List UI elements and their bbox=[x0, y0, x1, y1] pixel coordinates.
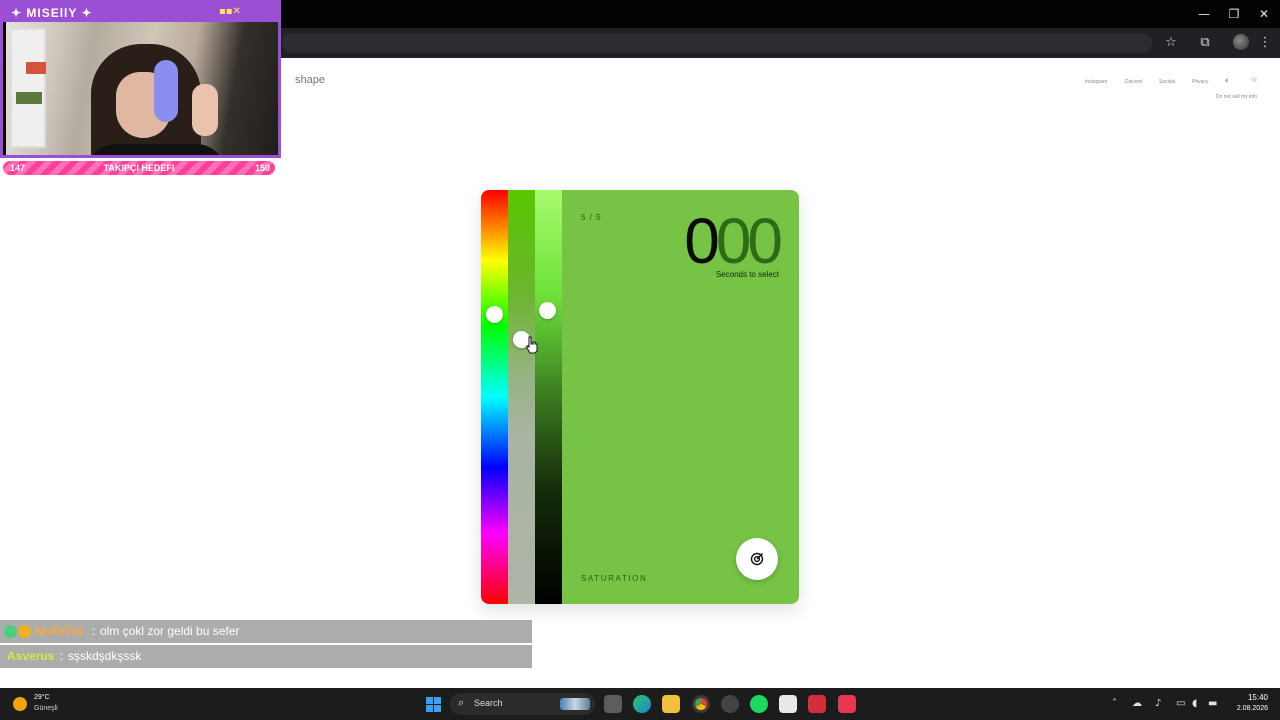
edge-icon[interactable] bbox=[633, 695, 651, 713]
color-picker-card: 5 / 5 000 Seconds to select SATURATION bbox=[481, 190, 799, 604]
star-icon[interactable]: ☆ bbox=[1161, 33, 1181, 53]
clock-time[interactable]: 15:40 bbox=[1236, 693, 1268, 702]
lightness-slider-handle[interactable] bbox=[539, 301, 556, 319]
nav-link-discord[interactable]: Discord bbox=[1125, 79, 1142, 85]
network-icon[interactable]: ▭ bbox=[1176, 698, 1185, 709]
webcam-overlay: ✦ MISEllY ✦ ▪▪✕ bbox=[0, 0, 281, 158]
saturation-slider[interactable] bbox=[508, 190, 535, 604]
hue-slider[interactable] bbox=[481, 190, 508, 604]
puzzle-icon[interactable]: ⧉ bbox=[1195, 33, 1215, 53]
chat-username: Asverus bbox=[7, 649, 55, 663]
follower-goal-bar: TAKIPÇI HEDEFI 147 150 bbox=[3, 161, 275, 175]
lightness-slider[interactable] bbox=[535, 190, 562, 604]
nav-link-socials[interactable]: Socials bbox=[1159, 79, 1175, 85]
round-counter: 5 / 5 bbox=[581, 213, 602, 222]
windows-start-icon[interactable] bbox=[426, 697, 441, 712]
follower-goal-current: 147 bbox=[10, 163, 26, 173]
shelf-item bbox=[16, 92, 42, 104]
follower-goal-target: 150 bbox=[254, 163, 270, 173]
badge-icon bbox=[4, 625, 17, 638]
nav-link-instagram[interactable]: Instagram bbox=[1085, 79, 1107, 85]
search-icon: ⌕ bbox=[458, 696, 465, 709]
microphone-icon[interactable]: ♪ bbox=[1155, 698, 1161, 709]
timer-label: Seconds to select bbox=[715, 270, 779, 279]
app-icon[interactable] bbox=[808, 695, 826, 713]
hand-cursor-icon bbox=[526, 336, 538, 354]
window-buttons-icon: ▪▪✕ bbox=[219, 6, 241, 17]
streamer-name: ✦ MISEllY ✦ bbox=[11, 6, 93, 20]
more-vert-icon[interactable]: ⋮ bbox=[1255, 33, 1275, 53]
streamer-body bbox=[86, 144, 226, 155]
chat-username: NullV0id bbox=[35, 624, 84, 638]
headphones bbox=[154, 60, 178, 122]
sun-icon[interactable]: ☼ bbox=[1250, 76, 1258, 86]
submit-color-button[interactable] bbox=[736, 538, 778, 580]
task-view-icon[interactable] bbox=[604, 695, 622, 713]
countdown-timer: 000 bbox=[684, 205, 783, 277]
maximize-button[interactable]: ❐ bbox=[1220, 4, 1248, 24]
sun-icon[interactable] bbox=[13, 697, 27, 711]
battery-icon[interactable]: ▬ bbox=[1208, 698, 1217, 709]
profile-avatar[interactable] bbox=[1233, 34, 1249, 50]
chat-separator: : bbox=[60, 649, 64, 663]
address-bar[interactable] bbox=[282, 33, 1152, 53]
windows-taskbar: 29°C Güneşli ⌕ Search ˄ ☁ ♪ ▭ ◖ ▬ 15:40 … bbox=[0, 688, 1280, 720]
follower-goal-label: TAKIPÇI HEDEFI bbox=[103, 163, 175, 173]
spotify-icon[interactable] bbox=[750, 695, 768, 713]
obs-icon[interactable] bbox=[721, 695, 739, 713]
speaker-icon[interactable]: 🔈︎ bbox=[1225, 76, 1230, 86]
hue-slider-handle[interactable] bbox=[486, 305, 503, 323]
timer-digits: 00 bbox=[715, 205, 783, 277]
weather-description[interactable]: Güneşli bbox=[34, 705, 58, 712]
mode-label: SATURATION bbox=[581, 574, 648, 583]
chevron-up-icon[interactable]: ˄ bbox=[1112, 698, 1117, 709]
minimize-button[interactable]: — bbox=[1190, 4, 1218, 24]
app-icon[interactable] bbox=[779, 695, 797, 713]
file-explorer-icon[interactable] bbox=[662, 695, 680, 713]
chat-message: NullV0id : olm çokl zor geldi bu sefer bbox=[0, 620, 532, 643]
cloud-icon[interactable]: ☁ bbox=[1132, 698, 1142, 709]
volume-icon[interactable]: ◖ bbox=[1192, 698, 1197, 709]
nav-link-privacy[interactable]: Privacy bbox=[1192, 79, 1208, 85]
timer-digit-lead: 0 bbox=[684, 205, 720, 277]
badge-icon bbox=[18, 625, 31, 638]
weather-temperature[interactable]: 29°C bbox=[34, 694, 50, 701]
streamer-hand bbox=[192, 84, 218, 136]
chat-separator: : bbox=[92, 624, 96, 638]
clock-date[interactable]: 2.08.2026 bbox=[1226, 705, 1268, 712]
chat-message: Asverus : sşskdşdkşssk bbox=[0, 645, 532, 668]
webcam-video bbox=[6, 22, 278, 155]
do-not-sell-link[interactable]: Do not sell my info bbox=[1216, 94, 1257, 100]
chat-text: sşskdşdkşssk bbox=[68, 649, 142, 663]
shelf-item bbox=[26, 62, 46, 74]
site-brand[interactable]: shape bbox=[295, 74, 325, 86]
chrome-icon[interactable] bbox=[692, 695, 710, 713]
close-window-button[interactable]: ✕ bbox=[1250, 4, 1278, 24]
target-icon bbox=[750, 552, 764, 566]
bookshelf bbox=[10, 28, 46, 148]
chat-text: olm çokl zor geldi bu sefer bbox=[100, 624, 240, 638]
app-icon[interactable] bbox=[838, 695, 856, 713]
taskbar-search[interactable]: ⌕ Search bbox=[450, 693, 595, 715]
search-highlight-image bbox=[560, 698, 590, 710]
search-label: Search bbox=[474, 698, 503, 708]
